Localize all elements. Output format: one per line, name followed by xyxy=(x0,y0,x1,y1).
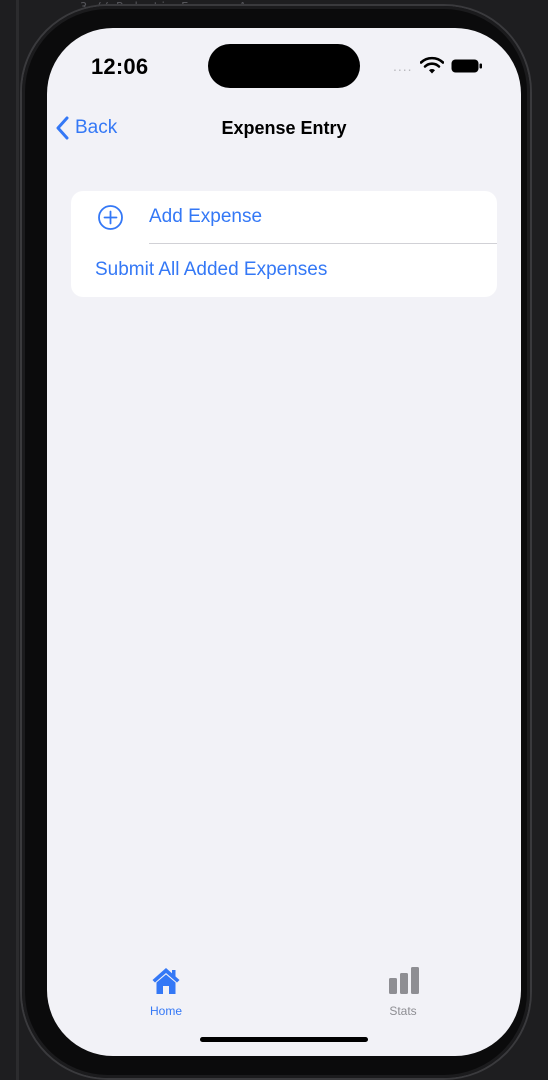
battery-icon xyxy=(451,59,483,78)
signal-indicator: .... xyxy=(393,58,413,74)
phone-screen: 12:06 .... Back Expense Entry Add Expens… xyxy=(47,28,521,1056)
navigation-bar: Back Expense Entry xyxy=(47,106,521,150)
submit-all-label: Submit All Added Expenses xyxy=(95,259,328,280)
dynamic-island xyxy=(208,44,360,88)
status-time: 12:06 xyxy=(91,54,149,79)
wifi-icon xyxy=(419,56,445,79)
tab-stats[interactable]: Stats xyxy=(363,966,443,1026)
add-expense-label: Add Expense xyxy=(149,206,263,227)
status-bar: 12:06 .... xyxy=(47,28,521,108)
tab-stats-label: Stats xyxy=(389,1004,417,1018)
tab-home[interactable]: Home xyxy=(126,966,206,1026)
page-title: Expense Entry xyxy=(221,118,347,138)
plus-circle-icon xyxy=(97,204,124,236)
home-indicator xyxy=(200,1037,368,1042)
tab-home-label: Home xyxy=(149,1004,182,1018)
house-icon xyxy=(151,966,181,1001)
expense-actions-card: Add Expense Submit All Added Expenses xyxy=(71,191,497,297)
bar-chart-icon xyxy=(388,966,422,1001)
submit-all-expenses-button[interactable]: Submit All Added Expenses xyxy=(71,244,497,297)
add-expense-button[interactable]: Add Expense xyxy=(71,191,497,244)
editor-rail xyxy=(16,0,19,1080)
